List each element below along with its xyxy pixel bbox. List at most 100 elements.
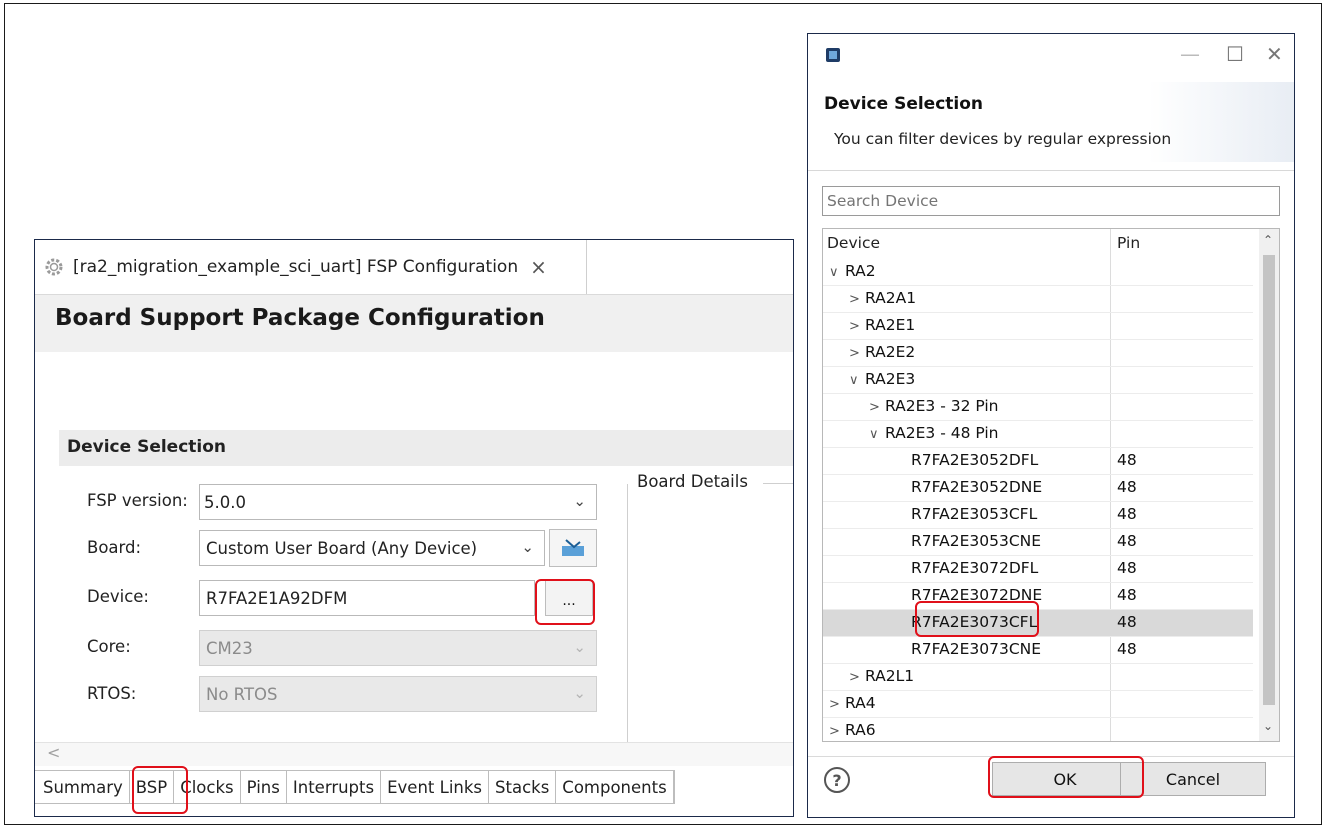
- board-label: Board:: [87, 538, 142, 557]
- editor-bottom-tabs: Summary BSP Clocks Pins Interrupts Event…: [35, 770, 675, 804]
- tree-row[interactable]: > RA6: [823, 718, 1253, 741]
- import-board-button[interactable]: [549, 529, 597, 567]
- tab-summary[interactable]: Summary: [35, 771, 130, 803]
- pin-count: 48: [1117, 586, 1137, 604]
- device-name: R7FA2E3073CNE: [911, 640, 1042, 658]
- chip-icon: [824, 46, 842, 64]
- tree-row-label: R7FA2E3052DFL: [911, 451, 1038, 469]
- tree-row[interactable]: R7FA2E3073CFL 48: [823, 610, 1253, 637]
- device-name: R7FA2E3073CFL: [911, 613, 1038, 631]
- board-details-label: Board Details: [633, 472, 752, 491]
- tree-row[interactable]: R7FA2E3052DFL 48: [823, 448, 1253, 475]
- scroll-up-arrow[interactable]: ⌃: [1263, 233, 1273, 247]
- gear-icon: [43, 256, 65, 278]
- column-header-device[interactable]: Device: [827, 234, 880, 252]
- tree-row-label: ∨ RA2: [829, 262, 876, 280]
- device-field[interactable]: R7FA2E1A92DFM: [199, 580, 535, 616]
- tab-clocks[interactable]: Clocks: [174, 771, 241, 803]
- chevron-right-icon[interactable]: >: [829, 697, 845, 712]
- tree-row[interactable]: ∨ RA2E3 - 48 Pin: [823, 421, 1253, 448]
- chevron-down-icon[interactable]: ∨: [829, 265, 845, 280]
- tab-interrupts[interactable]: Interrupts: [287, 771, 382, 803]
- tab-stacks[interactable]: Stacks: [489, 771, 557, 803]
- tree-row[interactable]: R7FA2E3053CNE 48: [823, 529, 1253, 556]
- tab-event-links[interactable]: Event Links: [381, 771, 490, 803]
- fsp-version-select[interactable]: 5.0.0 ⌄: [199, 484, 597, 520]
- dialog-title: Device Selection: [824, 94, 984, 114]
- device-name: RA2: [845, 262, 876, 280]
- tab-bsp[interactable]: BSP: [129, 771, 175, 803]
- board-select[interactable]: Custom User Board (Any Device) ⌄: [199, 530, 545, 566]
- tree-row[interactable]: R7FA2E3053CFL 48: [823, 502, 1253, 529]
- close-icon[interactable]: ×: [530, 255, 547, 279]
- device-name: RA2E3 - 32 Pin: [885, 397, 999, 415]
- editor-tab-fsp-configuration[interactable]: [ra2_migration_example_sci_uart] FSP Con…: [35, 240, 587, 294]
- tab-components[interactable]: Components: [556, 771, 674, 803]
- tree-row-label: R7FA2E3052DNE: [911, 478, 1042, 496]
- rtos-select[interactable]: No RTOS ⌄: [199, 676, 597, 712]
- tree-row[interactable]: ∨ RA2: [823, 259, 1253, 286]
- tree-row[interactable]: R7FA2E3072DNE 48: [823, 583, 1253, 610]
- tree-row[interactable]: > RA4: [823, 691, 1253, 718]
- scroll-left-arrow[interactable]: <: [47, 743, 60, 762]
- chevron-down-icon: ⌄: [573, 638, 586, 656]
- chevron-right-icon[interactable]: >: [869, 400, 885, 415]
- rtos-label: RTOS:: [87, 684, 137, 703]
- chevron-down-icon[interactable]: ∨: [849, 373, 865, 388]
- editor-tab-bar: [ra2_migration_example_sci_uart] FSP Con…: [35, 240, 793, 294]
- device-name: R7FA2E3053CNE: [911, 532, 1042, 550]
- core-value: CM23: [206, 638, 253, 658]
- divider: [808, 756, 1294, 757]
- page-title: Board Support Package Configuration: [55, 305, 545, 331]
- scroll-down-arrow[interactable]: ⌄: [1263, 719, 1273, 733]
- device-name: RA2E3 - 48 Pin: [885, 424, 999, 442]
- vertical-scrollbar[interactable]: ⌃ ⌄: [1259, 229, 1279, 741]
- tree-row[interactable]: ∨ RA2E3: [823, 367, 1253, 394]
- core-select[interactable]: CM23 ⌄: [199, 630, 597, 666]
- tree-row[interactable]: R7FA2E3052DNE 48: [823, 475, 1253, 502]
- tree-row[interactable]: > RA2E2: [823, 340, 1253, 367]
- pin-count: 48: [1117, 559, 1137, 577]
- tree-row[interactable]: > RA2L1: [823, 664, 1253, 691]
- device-name: RA4: [845, 694, 876, 712]
- horizontal-scrollbar[interactable]: <: [35, 742, 793, 766]
- chevron-right-icon[interactable]: >: [849, 670, 865, 685]
- dialog-header: Device Selection You can filter devices …: [808, 82, 1294, 162]
- tree-row[interactable]: R7FA2E3073CNE 48: [823, 637, 1253, 664]
- device-name: R7FA2E3053CFL: [911, 505, 1038, 523]
- close-icon[interactable]: ✕: [1266, 42, 1283, 66]
- chevron-right-icon[interactable]: >: [849, 319, 865, 334]
- chevron-right-icon[interactable]: >: [849, 346, 865, 361]
- tree-row-label: R7FA2E3073CNE: [911, 640, 1041, 658]
- column-header-pin[interactable]: Pin: [1117, 234, 1140, 252]
- tree-row[interactable]: > RA2A1: [823, 286, 1253, 313]
- chevron-down-icon: ⌄: [573, 684, 586, 702]
- section-title: Device Selection: [67, 437, 227, 457]
- core-label: Core:: [87, 637, 131, 656]
- minimize-icon[interactable]: —: [1180, 42, 1200, 66]
- search-device-input[interactable]: [822, 186, 1280, 216]
- maximize-icon[interactable]: ☐: [1226, 42, 1244, 66]
- scrollbar-thumb[interactable]: [1263, 255, 1275, 705]
- tree-row-label: ∨ RA2E3 - 48 Pin: [869, 424, 999, 442]
- tree-row-label: R7FA2E3072DNE: [911, 586, 1042, 604]
- tree-row-label: > RA2E3 - 32 Pin: [869, 397, 999, 415]
- dialog-titlebar: — ☐ ✕: [808, 34, 1294, 82]
- chevron-right-icon[interactable]: >: [829, 724, 845, 739]
- device-name: R7FA2E3052DNE: [911, 478, 1043, 496]
- chevron-down-icon[interactable]: ∨: [869, 427, 885, 442]
- help-icon[interactable]: ?: [824, 767, 850, 793]
- device-browse-button[interactable]: ...: [545, 580, 593, 616]
- chevron-right-icon[interactable]: >: [849, 292, 865, 307]
- tree-row[interactable]: > RA2E3 - 32 Pin: [823, 394, 1253, 421]
- device-name: RA6: [845, 721, 876, 739]
- cancel-button[interactable]: Cancel: [1120, 762, 1266, 796]
- tree-row[interactable]: R7FA2E3072DFL 48: [823, 556, 1253, 583]
- device-selection-section: Device Selection: [59, 430, 793, 466]
- tab-pins[interactable]: Pins: [241, 771, 287, 803]
- tree-row[interactable]: > RA2E1: [823, 313, 1253, 340]
- chevron-down-icon: ⌄: [521, 538, 534, 556]
- pin-count: 48: [1117, 613, 1137, 631]
- device-name: R7FA2E3052DFL: [911, 451, 1039, 469]
- ok-button[interactable]: OK: [992, 762, 1138, 796]
